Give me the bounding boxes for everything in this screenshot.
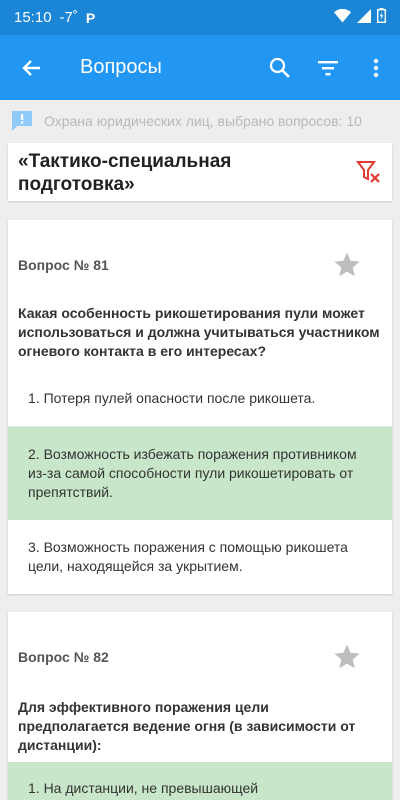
- more-vert-icon: [373, 58, 379, 77]
- question-text: Какая особенность рикошетирования пули м…: [18, 305, 380, 359]
- more-options-button[interactable]: [352, 35, 400, 100]
- answer-option-correct[interactable]: 1. На дистанции, не превышающей: [8, 762, 392, 800]
- feedback-icon: [12, 111, 32, 131]
- answer-option[interactable]: 1. Потеря пулей опасности после рикошета…: [8, 370, 392, 426]
- filter-button[interactable]: [304, 35, 352, 100]
- search-icon: [269, 57, 290, 78]
- star-icon: [334, 252, 360, 277]
- back-button[interactable]: [0, 35, 62, 100]
- status-temperature: -7˚: [59, 9, 78, 26]
- answer-option[interactable]: 3. Возможность поражения с помощью рикош…: [8, 520, 392, 594]
- search-button[interactable]: [256, 35, 304, 100]
- star-icon: [334, 644, 360, 669]
- answer-option-correct[interactable]: 2. Возможность избежать поражения против…: [8, 427, 392, 520]
- favorite-button[interactable]: [332, 642, 362, 672]
- section-title: «Тактико-специальная подготовка»: [18, 151, 232, 195]
- question-card: Вопрос № 81 Какая особенность рикошетиро…: [8, 220, 392, 594]
- battery-icon: [376, 8, 386, 27]
- status-bar: 15:10 -7˚ P: [0, 0, 400, 35]
- filter-icon: [318, 60, 338, 75]
- section-header-card: «Тактико-специальная подготовка»: [8, 143, 392, 201]
- back-arrow-icon: [22, 59, 40, 76]
- selection-info-text: Охрана юридических лиц, выбрано вопросов…: [44, 113, 362, 129]
- question-number: Вопрос № 82: [18, 649, 109, 665]
- app-bar: Вопросы: [0, 35, 400, 100]
- question-card: Вопрос № 82 Для эффективного поражения ц…: [8, 612, 392, 800]
- favorite-button[interactable]: [332, 250, 362, 280]
- wifi-icon: [334, 8, 351, 27]
- question-text: Для эффективного поражения цели предпола…: [18, 699, 356, 753]
- status-time: 15:10: [14, 9, 52, 26]
- question-number: Вопрос № 81: [18, 257, 109, 273]
- clear-filter-icon: [356, 161, 380, 183]
- signal-icon: [357, 8, 371, 27]
- selection-info: Охрана юридических лиц, выбрано вопросов…: [10, 107, 395, 135]
- page-title: Вопросы: [80, 56, 162, 78]
- clear-filter-button[interactable]: [356, 159, 382, 185]
- parking-badge: P: [85, 9, 96, 26]
